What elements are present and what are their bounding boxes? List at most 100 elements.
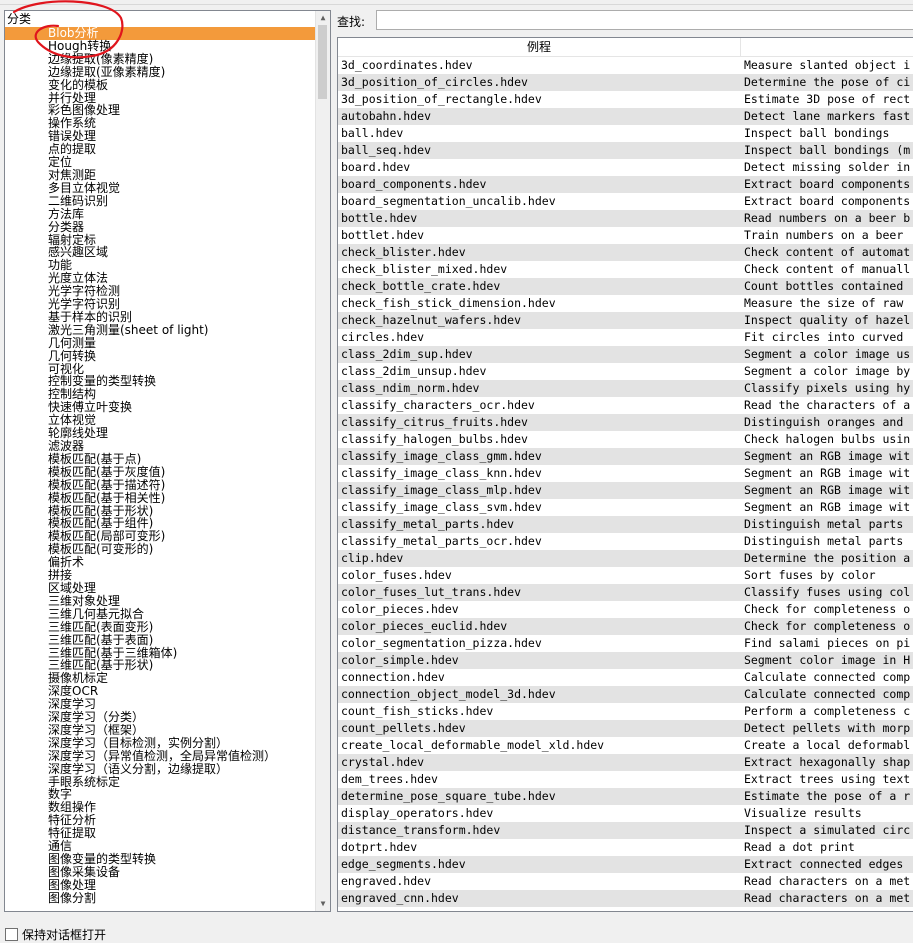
example-description-cell[interactable]: Segment an RGB image wit: [741, 499, 913, 516]
example-file-cell[interactable]: color_segmentation_pizza.hdev: [338, 635, 741, 652]
tree-item[interactable]: Hough转换: [5, 39, 316, 53]
tree-item[interactable]: 几何测量: [5, 336, 316, 350]
table-row[interactable]: create_local_deformable_model_xld.hdev Cr…: [338, 737, 913, 754]
example-file-cell[interactable]: circles.hdev: [338, 329, 741, 346]
example-file-cell[interactable]: classify_citrus_fruits.hdev: [338, 414, 741, 431]
example-description-cell[interactable]: Detect lane markers fast: [741, 108, 913, 125]
table-row[interactable]: class_2dim_sup.hdev Segment a color image…: [338, 346, 913, 363]
example-description-cell[interactable]: Inspect a simulated circ: [741, 822, 913, 839]
example-file-cell[interactable]: connection_object_model_3d.hdev: [338, 686, 741, 703]
tree-item[interactable]: 模板匹配(基于相关性): [5, 491, 316, 505]
example-description-cell[interactable]: Segment color image in H: [741, 652, 913, 669]
tree-item[interactable]: 变化的模板: [5, 78, 316, 92]
tree-item[interactable]: 边缘提取(亚像素精度): [5, 65, 316, 79]
example-file-cell[interactable]: ball_seq.hdev: [338, 142, 741, 159]
example-file-cell[interactable]: color_fuses.hdev: [338, 567, 741, 584]
table-row[interactable]: classify_metal_parts_ocr.hdev Distinguish…: [338, 533, 913, 550]
table-row[interactable]: crystal.hdev Extract hexagonally shap: [338, 754, 913, 771]
table-row[interactable]: 3d_coordinates.hdev Measure slanted objec…: [338, 57, 913, 74]
table-row[interactable]: dem_trees.hdev Extract trees using text: [338, 771, 913, 788]
tree-item[interactable]: 二维码识别: [5, 194, 316, 208]
table-row[interactable]: 3d_position_of_circles.hdev Determine the…: [338, 74, 913, 91]
tree-item[interactable]: 深度学习（异常值检测，全局异常值检测）: [5, 749, 316, 763]
table-row[interactable]: check_hazelnut_wafers.hdev Inspect qualit…: [338, 312, 913, 329]
example-description-cell[interactable]: Extract connected edges: [741, 856, 913, 873]
example-description-cell[interactable]: Inspect ball bondings: [741, 125, 913, 142]
example-description-cell[interactable]: Find salami pieces on pi: [741, 635, 913, 652]
example-description-cell[interactable]: Determine the position a: [741, 550, 913, 567]
example-description-cell[interactable]: Segment a color image us: [741, 346, 913, 363]
example-description-cell[interactable]: Check content of manuall: [741, 261, 913, 278]
tree-item[interactable]: 区域处理: [5, 582, 316, 595]
example-file-cell[interactable]: distance_transform.hdev: [338, 822, 741, 839]
example-file-cell[interactable]: connection.hdev: [338, 669, 741, 686]
example-file-cell[interactable]: edge_segments.hdev: [338, 856, 741, 873]
example-description-cell[interactable]: Estimate 3D pose of rect: [741, 91, 913, 108]
table-row[interactable]: board_segmentation_uncalib.hdev Extract b…: [338, 193, 913, 210]
example-file-cell[interactable]: board.hdev: [338, 159, 741, 176]
example-file-cell[interactable]: color_fuses_lut_trans.hdev: [338, 584, 741, 601]
example-file-cell[interactable]: create_local_deformable_model_xld.hdev: [338, 737, 741, 754]
example-file-cell[interactable]: bottle.hdev: [338, 210, 741, 227]
example-description-cell[interactable]: Detect missing solder in: [741, 159, 913, 176]
example-file-cell[interactable]: count_fish_sticks.hdev: [338, 703, 741, 720]
example-file-cell[interactable]: classify_image_class_knn.hdev: [338, 465, 741, 482]
example-file-cell[interactable]: dem_trees.hdev: [338, 771, 741, 788]
example-file-cell[interactable]: classify_image_class_gmm.hdev: [338, 448, 741, 465]
example-description-cell[interactable]: Inspect ball bondings (m: [741, 142, 913, 159]
example-file-cell[interactable]: color_pieces_euclid.hdev: [338, 618, 741, 635]
table-row[interactable]: connection_object_model_3d.hdev Calculate…: [338, 686, 913, 703]
example-description-cell[interactable]: Visualize results: [741, 805, 913, 822]
search-input[interactable]: [376, 10, 913, 30]
example-description-cell[interactable]: Count bottles contained: [741, 278, 913, 295]
table-row[interactable]: edge_segments.hdev Extract connected edge…: [338, 856, 913, 873]
table-row[interactable]: classify_citrus_fruits.hdev Distinguish o…: [338, 414, 913, 431]
example-file-cell[interactable]: classify_image_class_svm.hdev: [338, 499, 741, 516]
column-header-example[interactable]: 例程: [338, 38, 741, 56]
table-row[interactable]: distance_transform.hdev Inspect a simulat…: [338, 822, 913, 839]
tree-item[interactable]: 图像分割: [5, 891, 316, 905]
tree-item[interactable]: 深度学习（目标检测，实例分割）: [5, 736, 316, 750]
example-file-cell[interactable]: 3d_coordinates.hdev: [338, 57, 741, 74]
example-description-cell[interactable]: Train numbers on a beer: [741, 227, 913, 244]
example-description-cell[interactable]: Extract trees using text: [741, 771, 913, 788]
example-description-cell[interactable]: Segment an RGB image wit: [741, 482, 913, 499]
table-row[interactable]: classify_image_class_gmm.hdev Segment an …: [338, 448, 913, 465]
example-description-cell[interactable]: Perform a completeness c: [741, 703, 913, 720]
example-description-cell[interactable]: Extract hexagonally shap: [741, 754, 913, 771]
example-description-cell[interactable]: Read a dot print: [741, 839, 913, 856]
table-row[interactable]: board_components.hdev Extract board compo…: [338, 176, 913, 193]
example-file-cell[interactable]: clip.hdev: [338, 550, 741, 567]
tree-item[interactable]: 模板匹配(基于描述符): [5, 478, 316, 492]
example-description-cell[interactable]: Read characters on a met: [741, 890, 913, 907]
table-row[interactable]: clip.hdev Determine the position a: [338, 550, 913, 567]
tree-item[interactable]: 三维匹配(基于表面): [5, 633, 316, 647]
example-file-cell[interactable]: check_fish_stick_dimension.hdev: [338, 295, 741, 312]
table-row[interactable]: connection.hdev Calculate connected comp: [338, 669, 913, 686]
table-row[interactable]: classify_metal_parts.hdev Distinguish met…: [338, 516, 913, 533]
column-header-description[interactable]: [741, 38, 913, 56]
table-row[interactable]: check_fish_stick_dimension.hdev Measure t…: [338, 295, 913, 312]
table-row[interactable]: color_pieces.hdev Check for completeness …: [338, 601, 913, 618]
table-row[interactable]: ball.hdev Inspect ball bondings: [338, 125, 913, 142]
table-row[interactable]: engraved_cnn.hdev Read characters on a me…: [338, 890, 913, 907]
tree-item[interactable]: 对焦测距: [5, 169, 316, 182]
example-file-cell[interactable]: check_blister_mixed.hdev: [338, 261, 741, 278]
example-description-cell[interactable]: Create a local deformabl: [741, 737, 913, 754]
table-row[interactable]: engraved.hdev Read characters on a met: [338, 873, 913, 890]
example-description-cell[interactable]: Detect pellets with morp: [741, 720, 913, 737]
example-description-cell[interactable]: Calculate connected comp: [741, 686, 913, 703]
tree-item[interactable]: Blob分析: [5, 27, 316, 40]
tree-item[interactable]: 三维对象处理: [5, 594, 316, 608]
table-row[interactable]: ball_seq.hdev Inspect ball bondings (m: [338, 142, 913, 159]
keep-dialog-open-checkbox[interactable]: [5, 928, 18, 941]
example-file-cell[interactable]: count_pellets.hdev: [338, 720, 741, 737]
example-description-cell[interactable]: Extract board components: [741, 193, 913, 210]
category-scrollbar[interactable]: ▲ ▼: [315, 11, 330, 911]
example-description-cell[interactable]: Distinguish metal parts: [741, 533, 913, 550]
table-row[interactable]: count_pellets.hdev Detect pellets with mo…: [338, 720, 913, 737]
table-row[interactable]: color_pieces_euclid.hdev Check for comple…: [338, 618, 913, 635]
table-row[interactable]: color_fuses_lut_trans.hdev Classify fuses…: [338, 584, 913, 601]
table-row[interactable]: check_blister_mixed.hdev Check content of…: [338, 261, 913, 278]
table-row[interactable]: classify_image_class_knn.hdev Segment an …: [338, 465, 913, 482]
